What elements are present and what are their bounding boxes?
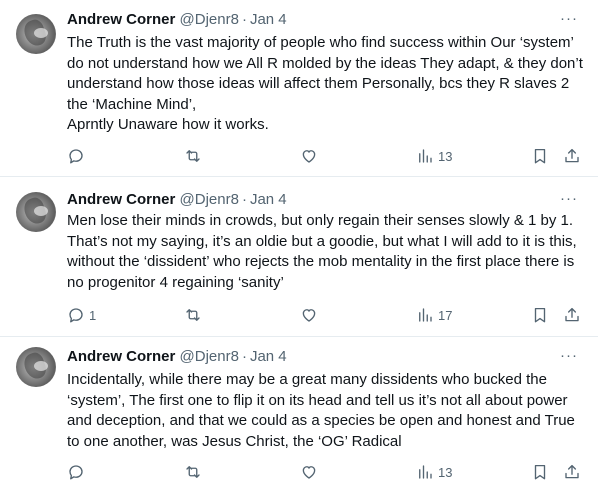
reply-count: 1 <box>89 307 97 323</box>
view-count: 13 <box>438 148 453 164</box>
retweet-button[interactable] <box>184 145 206 167</box>
tweet[interactable]: Andrew Corner @Djenr8 · Jan 4 ··· Men lose… <box>0 177 598 337</box>
share-upload-icon <box>565 307 579 322</box>
author-name[interactable]: Andrew Corner <box>67 191 175 208</box>
tweet-text: Incidentally, while there may be a great… <box>67 371 575 450</box>
separator-dot: · <box>241 348 247 365</box>
more-options-icon[interactable]: ··· <box>558 348 580 369</box>
retweet-arrows-icon <box>186 309 200 321</box>
heart-icon <box>302 466 316 479</box>
bar-chart-icon <box>419 308 432 322</box>
tweet-text: The Truth is the vast majority of people… <box>67 34 583 133</box>
share-upload-icon <box>565 464 579 479</box>
view-count: 17 <box>438 307 453 323</box>
bookmark-icon <box>534 148 546 164</box>
views-button[interactable]: 17 <box>416 304 452 326</box>
author-name[interactable]: Andrew Corner <box>67 348 175 365</box>
like-button[interactable] <box>300 461 322 483</box>
like-button[interactable] <box>300 145 322 167</box>
like-button[interactable] <box>300 304 322 326</box>
author-handle[interactable]: @Djenr8 <box>180 11 239 28</box>
speech-bubble-icon <box>69 308 83 323</box>
heart-icon <box>302 150 316 163</box>
author-handle[interactable]: @Djenr8 <box>180 191 239 208</box>
avatar[interactable] <box>16 192 56 232</box>
share-button[interactable] <box>563 145 581 167</box>
speech-bubble-icon <box>69 149 83 164</box>
action-bar: 13 <box>67 461 584 483</box>
retweet-arrows-icon <box>186 150 200 162</box>
retweet-arrows-icon <box>186 466 200 478</box>
separator-dot: · <box>241 11 247 28</box>
views-button[interactable]: 13 <box>416 461 452 483</box>
more-options-icon[interactable]: ··· <box>558 11 580 32</box>
action-bar: 13 <box>67 145 584 167</box>
reply-button[interactable] <box>67 145 89 167</box>
reply-button[interactable] <box>67 461 89 483</box>
tweet-header: Andrew Corner @Djenr8 · Jan 4 <box>67 190 287 210</box>
bookmark-icon <box>534 307 546 323</box>
action-bar: 1 17 <box>67 304 584 326</box>
retweet-button[interactable] <box>184 461 206 483</box>
retweet-button[interactable] <box>184 304 206 326</box>
bar-chart-icon <box>419 465 432 479</box>
view-count: 13 <box>438 464 453 480</box>
timestamp[interactable]: Jan 4 <box>250 191 287 208</box>
speech-bubble-icon <box>69 465 83 480</box>
author-name[interactable]: Andrew Corner <box>67 11 175 28</box>
tweet-text: Men lose their minds in crowds, but only… <box>67 212 577 291</box>
more-options-icon[interactable]: ··· <box>558 191 580 212</box>
tweet-header: Andrew Corner @Djenr8 · Jan 4 <box>67 347 287 367</box>
bookmark-button[interactable] <box>531 145 549 167</box>
heart-icon <box>302 309 316 322</box>
share-upload-icon <box>565 148 579 163</box>
separator-dot: · <box>241 191 247 208</box>
avatar[interactable] <box>16 14 56 54</box>
share-button[interactable] <box>563 461 581 483</box>
bookmark-button[interactable] <box>531 461 549 483</box>
tweet[interactable]: Andrew Corner @Djenr8 · Jan 4 ··· The Trut… <box>0 0 598 177</box>
timestamp[interactable]: Jan 4 <box>250 348 287 365</box>
bar-chart-icon <box>419 149 432 163</box>
reply-button[interactable]: 1 <box>67 304 96 326</box>
share-button[interactable] <box>563 304 581 326</box>
tweet[interactable]: Andrew Corner @Djenr8 · Jan 4 ··· Incident… <box>0 337 598 494</box>
timestamp[interactable]: Jan 4 <box>250 11 287 28</box>
avatar[interactable] <box>16 347 56 387</box>
views-button[interactable]: 13 <box>416 145 452 167</box>
tweet-header: Andrew Corner @Djenr8 · Jan 4 <box>67 10 287 30</box>
author-handle[interactable]: @Djenr8 <box>180 348 239 365</box>
bookmark-button[interactable] <box>531 304 549 326</box>
bookmark-icon <box>534 464 546 480</box>
